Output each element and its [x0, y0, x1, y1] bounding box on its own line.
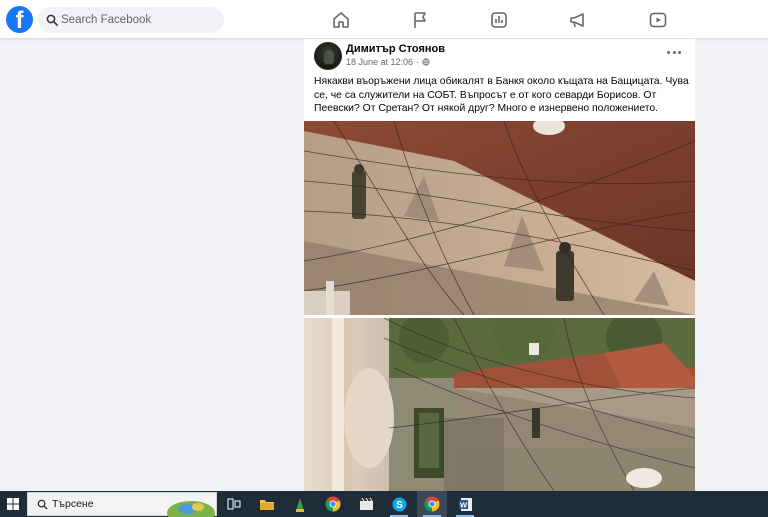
chrome-active-button[interactable] [417, 491, 447, 517]
word-button[interactable]: W [450, 491, 480, 517]
flag-icon[interactable] [410, 10, 430, 30]
search-input[interactable] [61, 7, 216, 33]
file-explorer-button[interactable] [252, 491, 282, 517]
skype-button[interactable]: S [384, 491, 414, 517]
search-box[interactable] [38, 7, 224, 33]
photo-2-image [304, 318, 695, 491]
windows-icon [7, 498, 19, 510]
post-timestamp[interactable]: 18 June at 12:06 [346, 57, 413, 67]
more-dot [667, 50, 670, 54]
post-author[interactable]: Димитър Стоянов [346, 43, 445, 55]
svg-text:W: W [459, 500, 467, 509]
facebook-logo[interactable]: f [6, 6, 33, 33]
globe-icon [422, 58, 430, 66]
more-dot [678, 50, 681, 54]
post-photo-1[interactable] [304, 121, 695, 315]
post-text: Някакви въоръжени лица обикалят в Банкя … [314, 76, 689, 115]
post-meta: 18 June at 12:06 · [346, 57, 430, 67]
post-card: Димитър Стоянов 18 June at 12:06 · Някак… [304, 39, 695, 491]
chrome-icon [325, 496, 341, 512]
app-icon [296, 497, 304, 512]
file-explorer-icon [260, 499, 274, 510]
svg-text:S: S [396, 500, 403, 511]
chrome-icon [424, 496, 440, 512]
search-icon [46, 14, 58, 26]
windows-taskbar: S W [0, 491, 768, 517]
skype-icon: S [392, 497, 406, 511]
word-icon: W [458, 497, 472, 511]
app-button[interactable] [285, 491, 315, 517]
megaphone-icon[interactable] [568, 10, 588, 30]
meta-separator: · [416, 57, 420, 67]
more-options-button[interactable] [667, 45, 681, 59]
start-button[interactable] [0, 491, 26, 517]
search-icon [37, 499, 48, 510]
media-app-icon [359, 497, 373, 510]
taskbar-search-input[interactable] [52, 493, 182, 515]
taskbar-search-box[interactable] [27, 492, 217, 517]
photo-1-image [304, 121, 695, 315]
task-view-button[interactable] [219, 491, 249, 517]
media-app-button[interactable] [351, 491, 381, 517]
post-photo-2[interactable] [304, 318, 695, 491]
video-icon[interactable] [648, 10, 668, 30]
avatar[interactable] [314, 42, 342, 70]
task-view-icon [227, 498, 241, 510]
top-navigation-bar: f [0, 0, 768, 39]
search-highlight-illustration [167, 501, 215, 517]
more-dot [672, 50, 676, 54]
chart-icon[interactable] [489, 10, 509, 30]
home-icon[interactable] [331, 10, 351, 30]
chrome-button[interactable] [318, 491, 348, 517]
